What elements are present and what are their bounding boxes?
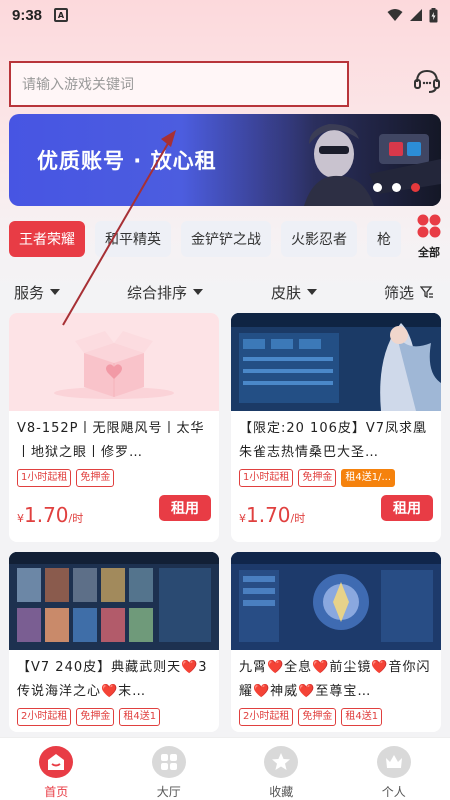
grid-icon	[151, 746, 186, 778]
filter-sort-label: 综合排序	[127, 283, 188, 302]
listing-title: V8-152P丨无限飓风号丨太华丨地狱之眼丨修罗…	[17, 421, 205, 460]
tag-no-deposit: 免押金	[76, 708, 115, 726]
game-screenshot-image	[231, 313, 441, 411]
tag-min-hours: 1小时起租	[239, 469, 294, 487]
listing-title: 九霄❤️全息❤️前尘镜❤️音你闪耀❤️神威❤️至尊宝…	[239, 660, 431, 699]
filter-service-label: 服务	[14, 283, 45, 302]
promo-banner[interactable]: 优质账号 · 放心租	[9, 114, 441, 206]
game-category-tabs: 王者荣耀 和平精英 金铲铲之战 火影忍者 枪	[9, 221, 409, 257]
listing-card[interactable]: V8-152P丨无限飓风号丨太华丨地狱之眼丨修罗… 1小时起租 免押金 ¥1.7…	[9, 313, 219, 542]
filter-skin-label: 皮肤	[271, 283, 302, 302]
bottom-navigation: 首页 大厅 收藏 个人	[0, 737, 450, 800]
game-screenshot-image	[9, 552, 219, 650]
tab-heping[interactable]: 和平精英	[95, 221, 171, 257]
listing-price: ¥1.70/时	[17, 503, 84, 527]
tag-min-hours: 2小时起租	[17, 708, 72, 726]
tag-promo: 租4送1	[119, 708, 161, 726]
banner-character-art	[259, 114, 441, 206]
banner-dot[interactable]	[373, 183, 382, 192]
game-screenshot-image	[231, 552, 441, 650]
customer-service-icon[interactable]	[412, 66, 442, 96]
listing-card[interactable]: 【V7 240皮】典藏武则天❤️3传说海洋之心❤️末… 2小时起租 免押金 租4…	[9, 552, 219, 732]
listing-screenshot	[9, 552, 219, 650]
nav-profile[interactable]: 个人	[338, 738, 450, 800]
tag-min-hours: 2小时起租	[239, 708, 294, 726]
listing-title: 【V7 240皮】典藏武则天❤️3传说海洋之心❤️末…	[17, 660, 208, 699]
filter-funnel-icon	[420, 286, 434, 299]
search-input[interactable]: 请输入游戏关键词	[9, 61, 349, 107]
filter-skin[interactable]: 皮肤	[271, 282, 318, 303]
battery-icon	[429, 7, 438, 22]
listing-screenshot	[231, 552, 441, 650]
tab-qiang[interactable]: 枪	[367, 221, 401, 257]
all-games-button[interactable]: 全部	[412, 213, 446, 261]
tag-promo: 租4送1/...	[341, 469, 396, 487]
nav-favorites-label: 收藏	[269, 785, 294, 799]
status-time: 9:38	[12, 6, 43, 24]
tab-wangzhe[interactable]: 王者荣耀	[9, 221, 85, 257]
listing-title: 【限定:20 106皮】V7凤求凰朱雀志热情桑巴大圣…	[239, 421, 428, 460]
banner-dot-active[interactable]	[411, 183, 420, 192]
listing-card[interactable]: 【限定:20 106皮】V7凤求凰朱雀志热情桑巴大圣… 1小时起租 免押金 租4…	[231, 313, 441, 542]
nav-favorites[interactable]: 收藏	[225, 738, 338, 800]
nav-home-label: 首页	[44, 785, 69, 799]
nav-profile-label: 个人	[381, 785, 406, 799]
caret-down-icon	[193, 289, 204, 295]
wifi-icon	[387, 9, 403, 21]
signal-icon	[410, 9, 422, 21]
tag-promo: 租4送1	[341, 708, 383, 726]
crown-icon	[376, 746, 411, 778]
caret-down-icon	[307, 289, 318, 295]
home-icon	[39, 746, 74, 778]
filter-label: 筛选	[384, 283, 415, 302]
nav-hall-label: 大厅	[156, 785, 181, 799]
banner-pagination	[373, 183, 420, 192]
tab-huoying[interactable]: 火影忍者	[281, 221, 357, 257]
listing-price: ¥1.70/时	[239, 503, 306, 527]
star-icon	[264, 746, 299, 778]
tag-no-deposit: 免押金	[298, 469, 337, 487]
nav-home[interactable]: 首页	[0, 738, 113, 800]
tab-jinchanchan[interactable]: 金铲铲之战	[181, 221, 271, 257]
rent-button[interactable]: 租用	[159, 495, 211, 521]
filter-service[interactable]: 服务	[14, 282, 61, 303]
filter-bar: 服务 综合排序 皮肤 筛选	[0, 276, 450, 308]
notification-icon: A	[54, 8, 69, 22]
banner-dot[interactable]	[392, 183, 401, 192]
filter-sort[interactable]: 综合排序	[127, 282, 204, 303]
tag-min-hours: 1小时起租	[17, 469, 72, 487]
empty-box-icon	[54, 331, 174, 399]
tag-no-deposit: 免押金	[298, 708, 337, 726]
search-placeholder: 请输入游戏关键词	[22, 77, 134, 93]
listing-placeholder-image	[9, 313, 219, 411]
caret-down-icon	[50, 289, 61, 295]
rent-button[interactable]: 租用	[381, 495, 433, 521]
all-games-label: 全部	[418, 246, 440, 259]
status-bar: 9:38 A	[0, 0, 450, 30]
listing-card[interactable]: 九霄❤️全息❤️前尘镜❤️音你闪耀❤️神威❤️至尊宝… 2小时起租 免押金 租4…	[231, 552, 441, 732]
banner-headline: 优质账号 · 放心租	[37, 149, 217, 173]
listing-screenshot	[231, 313, 441, 411]
nav-hall[interactable]: 大厅	[113, 738, 226, 800]
grid-petals-icon	[417, 214, 441, 238]
tag-no-deposit: 免押金	[76, 469, 115, 487]
filter-button[interactable]: 筛选	[384, 282, 434, 303]
